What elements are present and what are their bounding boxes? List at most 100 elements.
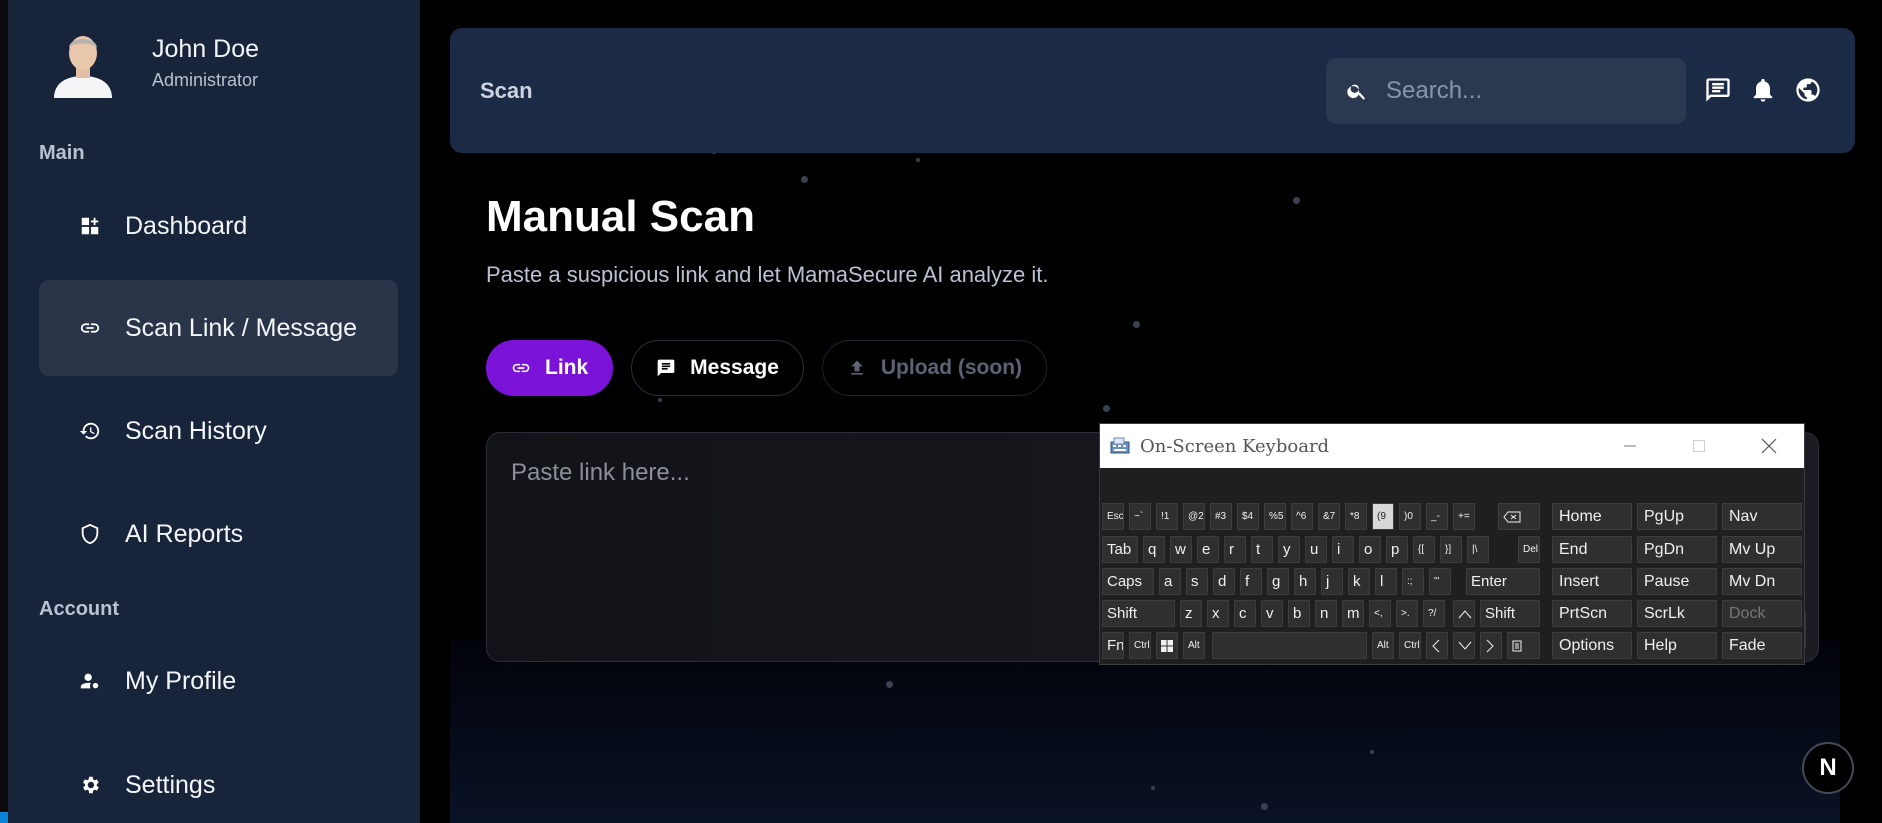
key-fn[interactable]: Fn: [1102, 632, 1124, 659]
chat-icon[interactable]: [1704, 76, 1734, 106]
key[interactable]: s: [1186, 568, 1208, 595]
key[interactable]: r: [1224, 536, 1246, 563]
search-box[interactable]: [1326, 58, 1686, 124]
nav-key[interactable]: Insert: [1552, 568, 1632, 595]
key[interactable]: ?/: [1423, 600, 1445, 627]
key[interactable]: q: [1143, 536, 1165, 563]
sidebar-item-settings[interactable]: Settings: [39, 737, 398, 823]
key-caps[interactable]: Caps: [1102, 568, 1154, 595]
sidebar-item-dashboard[interactable]: Dashboard: [39, 178, 398, 274]
key-ctrl-right[interactable]: Ctrl: [1399, 632, 1421, 659]
key[interactable]: h: [1294, 568, 1316, 595]
key[interactable]: y: [1278, 536, 1300, 563]
nav-key[interactable]: Help: [1637, 632, 1717, 659]
key[interactable]: >.: [1396, 600, 1418, 627]
key-backspace[interactable]: [1498, 503, 1540, 530]
key[interactable]: }]: [1440, 536, 1462, 563]
nav-key[interactable]: PgUp: [1637, 503, 1717, 530]
key[interactable]: a: [1159, 568, 1181, 595]
key-windows[interactable]: [1156, 632, 1178, 659]
sidebar-item-my-profile[interactable]: My Profile: [39, 633, 398, 729]
nav-key[interactable]: Options: [1552, 632, 1632, 659]
key[interactable]: ^6: [1291, 503, 1313, 530]
key[interactable]: w: [1170, 536, 1192, 563]
key-menu[interactable]: [1507, 632, 1540, 659]
key[interactable]: c: [1234, 600, 1256, 627]
key[interactable]: &7: [1318, 503, 1340, 530]
nav-key[interactable]: Nav: [1722, 503, 1802, 530]
key[interactable]: p: [1386, 536, 1408, 563]
user-profile[interactable]: John Doe Administrator: [48, 26, 259, 98]
key[interactable]: ~`: [1129, 503, 1151, 530]
key[interactable]: t: [1251, 536, 1273, 563]
key[interactable]: _-: [1426, 503, 1448, 530]
nextjs-badge[interactable]: N: [1802, 742, 1854, 794]
key-arrow-down[interactable]: [1453, 632, 1475, 659]
key-arrow-up[interactable]: [1453, 600, 1475, 627]
key[interactable]: (9: [1372, 503, 1394, 530]
nav-key[interactable]: Home: [1552, 503, 1632, 530]
search-input[interactable]: [1386, 77, 1676, 105]
tab-message[interactable]: Message: [631, 340, 804, 396]
key[interactable]: %5: [1264, 503, 1286, 530]
key[interactable]: j: [1321, 568, 1343, 595]
nav-key[interactable]: Fade: [1722, 632, 1802, 659]
key[interactable]: {[: [1413, 536, 1435, 563]
osk-titlebar[interactable]: On-Screen Keyboard: [1100, 424, 1804, 468]
sidebar-item-scan-history[interactable]: Scan History: [39, 383, 398, 479]
key[interactable]: )0: [1399, 503, 1421, 530]
key[interactable]: l: [1375, 568, 1397, 595]
key-alt-left[interactable]: Alt: [1183, 632, 1205, 659]
key-tab[interactable]: Tab: [1102, 536, 1138, 563]
key[interactable]: m: [1342, 600, 1364, 627]
key[interactable]: #3: [1210, 503, 1232, 530]
key-space[interactable]: [1212, 632, 1367, 659]
key[interactable]: v: [1261, 600, 1283, 627]
nav-key[interactable]: PrtScn: [1552, 600, 1632, 627]
page-subtitle: Paste a suspicious link and let MamaSecu…: [486, 262, 1049, 287]
sidebar-item-scan-link[interactable]: Scan Link / Message: [39, 280, 398, 376]
key-arrow-right[interactable]: [1480, 632, 1502, 659]
minimize-button[interactable]: [1607, 424, 1653, 468]
nav-key[interactable]: ScrLk: [1637, 600, 1717, 627]
key[interactable]: |\: [1467, 536, 1489, 563]
nav-key[interactable]: Mv Up: [1722, 536, 1802, 563]
key[interactable]: <,: [1369, 600, 1391, 627]
key-del[interactable]: Del: [1518, 536, 1540, 563]
globe-icon[interactable]: [1794, 76, 1824, 106]
key[interactable]: f: [1240, 568, 1262, 595]
tab-link[interactable]: Link: [486, 340, 614, 396]
nav-key[interactable]: Pause: [1637, 568, 1717, 595]
key[interactable]: :;: [1402, 568, 1424, 595]
key-enter[interactable]: Enter: [1466, 568, 1540, 595]
key[interactable]: @2: [1183, 503, 1205, 530]
key-shift-right[interactable]: Shift: [1480, 600, 1540, 627]
close-button[interactable]: [1746, 424, 1792, 468]
key-shift-left[interactable]: Shift: [1102, 600, 1175, 627]
key[interactable]: z: [1180, 600, 1202, 627]
key[interactable]: o: [1359, 536, 1381, 563]
key-alt-right[interactable]: Alt: [1372, 632, 1394, 659]
key[interactable]: u: [1305, 536, 1327, 563]
key[interactable]: !1: [1156, 503, 1178, 530]
nav-key[interactable]: End: [1552, 536, 1632, 563]
key[interactable]: $4: [1237, 503, 1259, 530]
key[interactable]: *8: [1345, 503, 1367, 530]
key-esc[interactable]: Esc: [1102, 503, 1124, 530]
key[interactable]: e: [1197, 536, 1219, 563]
key[interactable]: n: [1315, 600, 1337, 627]
key-ctrl-left[interactable]: Ctrl: [1129, 632, 1151, 659]
key[interactable]: b: [1288, 600, 1310, 627]
key-arrow-left[interactable]: [1426, 632, 1448, 659]
key[interactable]: k: [1348, 568, 1370, 595]
sidebar-item-ai-reports[interactable]: AI Reports: [39, 486, 398, 582]
nav-key[interactable]: PgDn: [1637, 536, 1717, 563]
key[interactable]: g: [1267, 568, 1289, 595]
key[interactable]: x: [1207, 600, 1229, 627]
nav-key[interactable]: Mv Dn: [1722, 568, 1802, 595]
key[interactable]: i: [1332, 536, 1354, 563]
bell-icon[interactable]: [1749, 76, 1779, 106]
key[interactable]: d: [1213, 568, 1235, 595]
key[interactable]: "': [1429, 568, 1451, 595]
key[interactable]: +=: [1453, 503, 1475, 530]
